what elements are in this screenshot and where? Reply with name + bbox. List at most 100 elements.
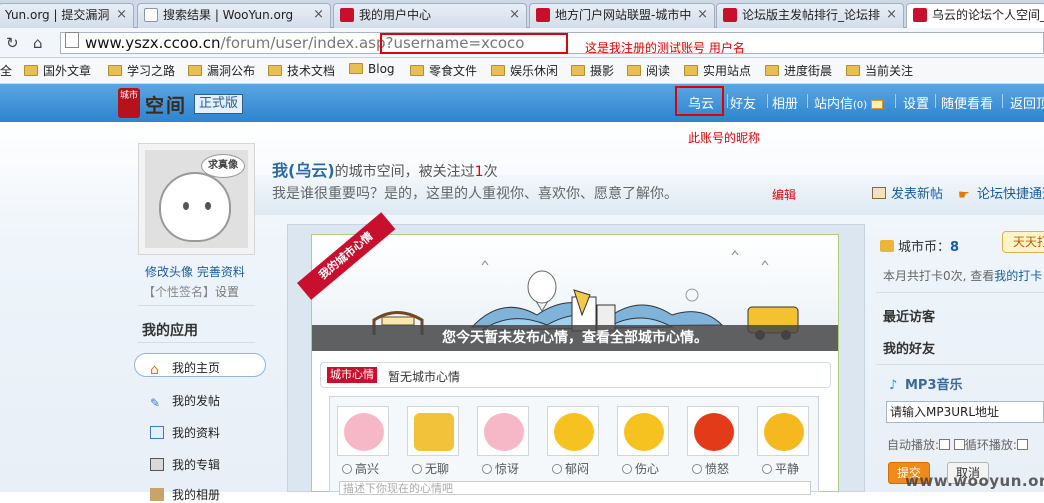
app-item-photos[interactable]: 我的相册 [150,486,220,503]
site-logo-text: 空间 [145,95,188,117]
tab-title: 论坛版主发帖排行_论坛排 [742,8,881,22]
avatar-bubble: 求真像 [201,154,245,178]
bookmark-folder[interactable]: 摄影 [571,62,614,79]
emotion-happy[interactable] [337,406,389,456]
radio-button[interactable] [412,464,422,474]
bookmark-folder[interactable]: 娱乐休闲 [491,62,558,79]
autoplay-row: 自动播放: 循环播放: [887,436,1028,453]
site-logo[interactable]: 城市 [118,88,140,118]
emotion-option[interactable]: 惊讶 [482,460,519,477]
avatar-links: 修改头像 完善资料 [145,263,245,280]
browser-tab-bar: Yun.org | 提交漏洞 × 搜索结果 | WooYun.org × 我的用户中… [0,0,1044,29]
reload-icon[interactable]: ↻ [6,34,19,52]
close-icon[interactable]: × [313,4,324,26]
nav-friends[interactable]: 好友 [730,93,756,112]
bookmark-folder[interactable]: 进度街晨 [765,62,832,79]
bookmark-folder[interactable]: 学习之路 [108,62,175,79]
emotion-option[interactable]: 愤怒 [692,460,729,477]
nav-settings[interactable]: 设置 [903,93,929,112]
annotation-box-nickname [675,86,724,116]
radio-button[interactable] [552,464,562,474]
mp3-url-input[interactable]: 请输入MP3URL地址 [886,401,1044,423]
page-icon [65,32,79,48]
close-icon[interactable]: × [886,4,897,26]
browser-tab[interactable]: 搜索结果 | WooYun.org × [137,3,331,28]
app-item-posts[interactable]: ✎ 我的发帖 [150,392,220,410]
nav-messages[interactable]: 站内信(0) [814,93,884,112]
mood-banner-text[interactable]: 您今天暂未发布心情，查看全部城市心情。 [312,325,838,351]
forum-shortcut-link[interactable]: ☛论坛快捷通道 [958,183,1044,202]
bookmark-folder[interactable]: 当前关注 [846,62,913,79]
signature-setting-link[interactable]: 设置 [215,285,239,299]
ccoo-icon [536,8,550,22]
pencil-icon: ✎ [150,396,161,410]
recent-visitors-title: 最近访客 [883,310,936,325]
bookmark-folder[interactable]: 技术文档 [268,62,335,79]
close-icon[interactable]: × [116,4,127,26]
nav-back-top[interactable]: 返回顶 [1010,93,1044,112]
home-icon[interactable]: ⌂ [33,34,43,52]
folder-icon [846,65,860,76]
music-note-icon: ♪ [889,378,898,393]
emotion-option[interactable]: 平静 [762,460,799,477]
signature-label: 【个性签名】 [143,285,216,299]
bookmark-folder[interactable]: 阅读 [627,62,670,79]
edit-avatar-link[interactable]: 修改头像 [145,265,193,279]
emotion-bored[interactable] [407,406,459,456]
bookmark-folder[interactable]: Blog [349,62,395,76]
browser-tab[interactable]: 地方门户网站联盟-城市中 × [529,3,715,28]
tab-title: 地方门户网站联盟-城市中 [555,8,692,22]
radio-button[interactable] [482,464,492,474]
mood-textarea[interactable]: 描述下你现在的心情吧 [339,481,811,495]
post-new-link[interactable]: 发表新帖 [872,183,943,202]
emotion-option[interactable]: 无聊 [412,460,449,477]
browser-tab[interactable]: Yun.org | 提交漏洞 × [0,3,134,28]
bookmark-folder[interactable]: 零食文件 [410,62,477,79]
folder-icon [108,65,122,76]
emotion-sad[interactable] [617,406,669,456]
emotion-depressed[interactable] [547,406,599,456]
nav-album[interactable]: 相册 [772,93,798,112]
app-item-album[interactable]: 我的专辑 [150,456,220,473]
edit-link[interactable]: 编辑 [772,186,796,203]
annotation-box-url [380,33,568,54]
daily-sign-button[interactable]: 天天打 [1002,231,1044,253]
checkin-link[interactable]: 我的打卡 [994,269,1042,283]
annotation-url-note: 这是我注册的测试账号 用户名 [585,41,745,55]
complete-profile-link[interactable]: 完善资料 [197,265,245,279]
loop-checkbox-lead[interactable] [953,439,965,450]
browser-tab[interactable]: 我的用户中心 × [333,3,527,28]
radio-button[interactable] [762,464,772,474]
radio-button[interactable] [342,464,352,474]
emotion-option[interactable]: 高兴 [342,460,379,477]
bookmark-folder[interactable]: 国外文章 [24,62,91,79]
avatar[interactable]: 求真像 [138,143,255,255]
autoplay-checkbox[interactable] [939,439,951,450]
browser-tab-active[interactable]: 乌云的论坛个人空间_ [906,3,1044,29]
emotion-angry[interactable] [687,406,739,456]
app-item-home[interactable]: ⌂ 我的主页 [150,359,220,377]
app-item-profile[interactable]: 我的资料 [150,424,220,441]
loop-checkbox[interactable] [1016,439,1028,450]
emotion-surprised[interactable] [477,406,529,456]
nav-divider [935,94,936,108]
nav-random[interactable]: 随便看看 [941,93,993,112]
bookmark-folder[interactable]: 实用站点 [684,62,751,79]
emotion-option[interactable]: 伤心 [622,460,659,477]
emotion-option[interactable]: 郁闷 [552,460,589,477]
nav-divider [767,94,768,108]
folder-icon [410,65,424,76]
profile-title: 我(乌云)的城市空间，被关注过1次 [272,161,498,180]
radio-button[interactable] [692,464,702,474]
bookmark[interactable]: 全 [0,62,12,79]
emotion-calm[interactable] [757,406,809,456]
close-icon[interactable]: × [509,4,520,26]
mood-tag: 城市心情 [327,367,377,383]
bookmark-folder[interactable]: 漏洞公布 [188,62,255,79]
mp3-title: ♪ MP3音乐 [889,378,963,393]
browser-tab[interactable]: 论坛版主发帖排行_论坛排 × [716,3,904,28]
folder-icon [188,65,202,76]
close-icon[interactable]: × [697,4,708,26]
radio-button[interactable] [622,464,632,474]
folder-icon [349,63,363,74]
